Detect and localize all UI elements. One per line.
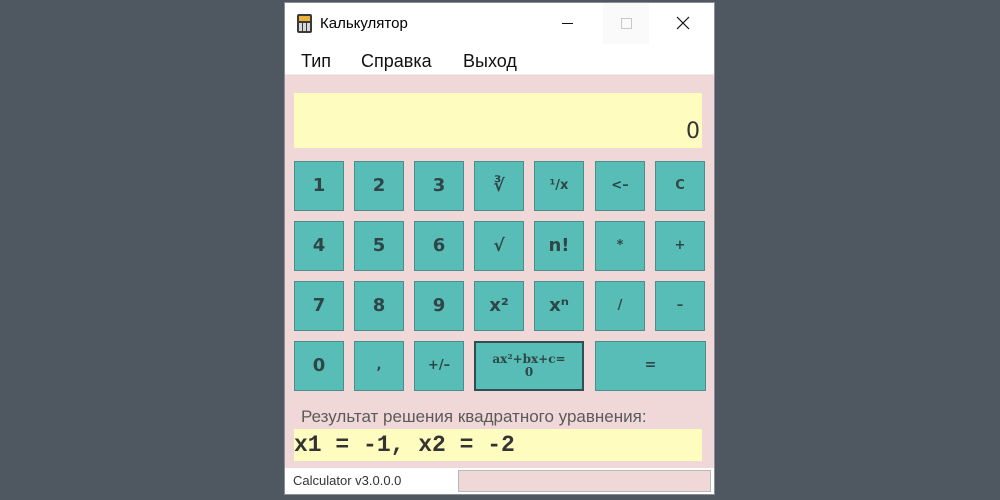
- result-box: x1 = -1, x2 = -2: [294, 429, 702, 461]
- title-bar[interactable]: Калькулятор: [285, 3, 714, 44]
- key-quadratic-equation[interactable]: ax²+bx+c= 0: [474, 341, 584, 391]
- key-1[interactable]: 1: [294, 161, 344, 211]
- key-divide[interactable]: /: [595, 281, 645, 331]
- menu-bar: Тип Справка Выход: [285, 44, 714, 75]
- close-button[interactable]: [660, 3, 706, 44]
- key-factorial[interactable]: n!: [534, 221, 584, 271]
- key-comma[interactable]: ,: [354, 341, 404, 391]
- key-subtract[interactable]: –: [655, 281, 705, 331]
- key-2[interactable]: 2: [354, 161, 404, 211]
- key-equals[interactable]: =: [595, 341, 706, 391]
- key-add[interactable]: +: [655, 221, 705, 271]
- status-bar: Calculator v3.0.0.0: [285, 468, 714, 494]
- key-square-root[interactable]: √: [474, 221, 524, 271]
- key-6[interactable]: 6: [414, 221, 464, 271]
- key-3[interactable]: 3: [414, 161, 464, 211]
- key-0[interactable]: 0: [294, 341, 344, 391]
- key-square[interactable]: x²: [474, 281, 524, 331]
- calculator-display: 0: [294, 93, 702, 148]
- maximize-button[interactable]: [603, 3, 649, 44]
- display-value: 0: [686, 119, 700, 144]
- key-reciprocal[interactable]: ¹/x: [534, 161, 584, 211]
- menu-exit[interactable]: Выход: [463, 51, 517, 72]
- key-5[interactable]: 5: [354, 221, 404, 271]
- minimize-button[interactable]: [545, 3, 591, 44]
- window-title: Калькулятор: [320, 15, 408, 32]
- key-clear[interactable]: C: [655, 161, 705, 211]
- key-multiply[interactable]: *: [595, 221, 645, 271]
- status-panel: [458, 470, 711, 492]
- calculator-window: Калькулятор Тип Справка Выход 0 1 2 3 ∛ …: [284, 2, 715, 495]
- result-value: x1 = -1, x2 = -2: [294, 432, 515, 458]
- key-8[interactable]: 8: [354, 281, 404, 331]
- minimize-icon: [562, 23, 573, 24]
- version-label: Calculator v3.0.0.0: [293, 473, 402, 488]
- key-backspace[interactable]: <–: [595, 161, 645, 211]
- key-9[interactable]: 9: [414, 281, 464, 331]
- menu-type[interactable]: Тип: [301, 51, 331, 72]
- menu-help[interactable]: Справка: [361, 51, 432, 72]
- result-label: Результат решения квадратного уравнения:: [301, 407, 647, 426]
- key-4[interactable]: 4: [294, 221, 344, 271]
- key-negate[interactable]: +/–: [414, 341, 464, 391]
- key-7[interactable]: 7: [294, 281, 344, 331]
- close-icon: [676, 16, 690, 30]
- key-cube-root[interactable]: ∛: [474, 161, 524, 211]
- key-power[interactable]: xⁿ: [534, 281, 584, 331]
- maximize-icon: [621, 18, 632, 29]
- calculator-app-icon: [297, 14, 312, 33]
